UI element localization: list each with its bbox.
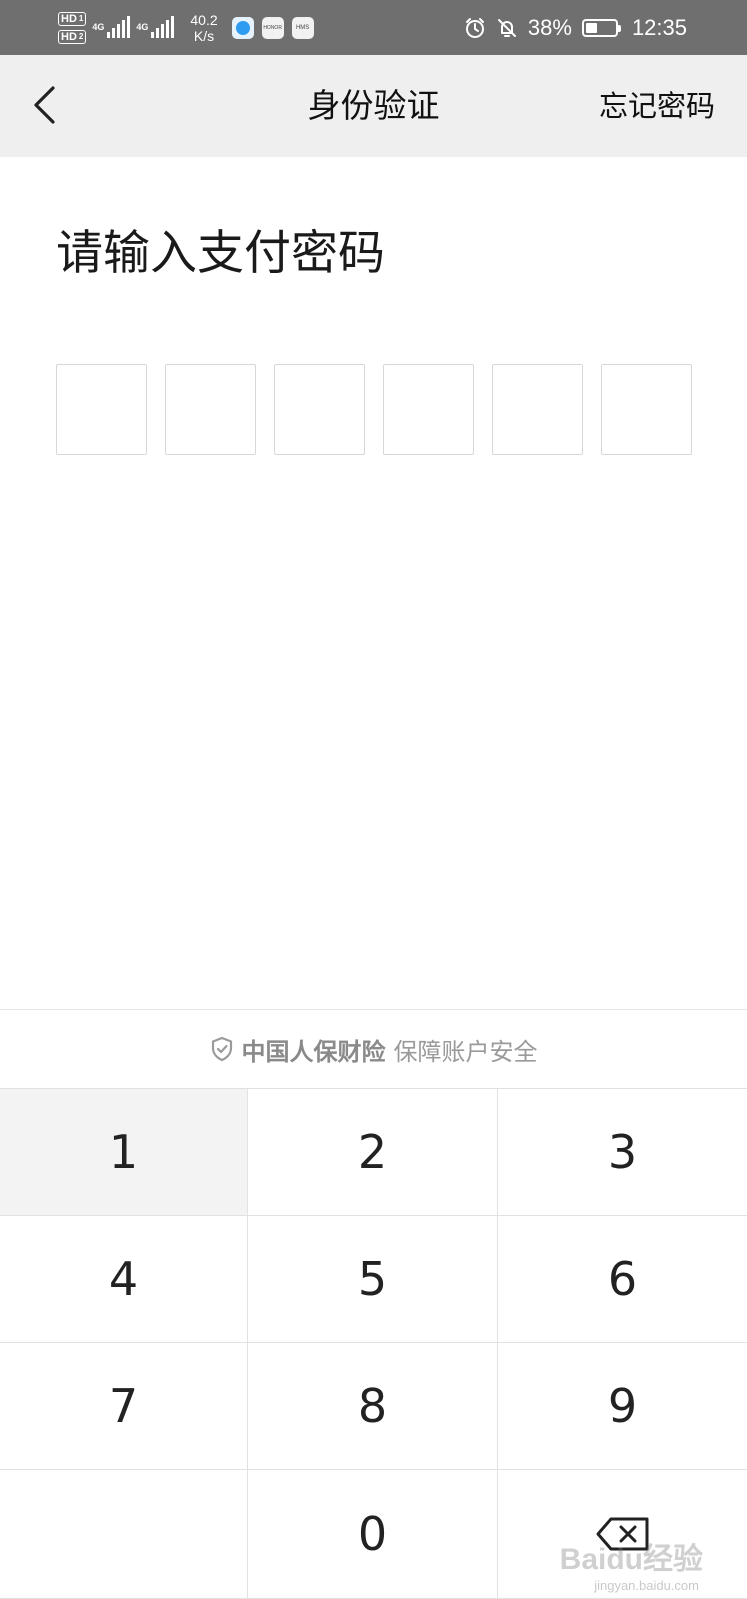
key-6[interactable]: 6 <box>498 1216 747 1343</box>
baidu-watermark: Baidu经验 <box>559 1543 703 1576</box>
pin-input[interactable] <box>56 364 692 455</box>
navigation-bar: 身份验证 忘记密码 <box>0 55 747 157</box>
bell-muted-icon <box>497 18 516 37</box>
pin-digit-box[interactable] <box>56 364 147 455</box>
pin-digit-box[interactable] <box>492 364 583 455</box>
hd-voice-indicator-1: HD 1 <box>58 12 87 26</box>
honor-app-icon: HONOR <box>261 17 284 39</box>
app-notification-icon <box>231 17 254 39</box>
key-0[interactable]: 0 <box>248 1470 498 1599</box>
network-speed: 40.2 K/s <box>190 12 218 44</box>
forgot-password-link[interactable]: 忘记密码 <box>599 55 715 157</box>
insurer-brand: 中国人保财险 <box>241 1037 386 1066</box>
back-button[interactable] <box>20 81 68 129</box>
pin-digit-box[interactable] <box>383 364 474 455</box>
status-left: HD 1 HD 2 4G 4G 40.2 K/s HONOR HMS <box>58 6 314 50</box>
battery-icon <box>581 18 621 37</box>
battery-percent: 38% <box>527 14 572 40</box>
shield-check-icon <box>211 1036 232 1062</box>
key-9[interactable]: 9 <box>498 1343 747 1470</box>
security-notice: 中国人保财险 保障账户安全 <box>0 1009 747 1089</box>
key-2[interactable]: 2 <box>248 1089 498 1216</box>
key-3[interactable]: 3 <box>498 1089 747 1216</box>
chevron-left-icon <box>34 86 55 124</box>
pin-digit-box[interactable] <box>601 364 692 455</box>
key-blank <box>0 1470 248 1599</box>
key-8[interactable]: 8 <box>248 1343 498 1470</box>
notification-icons: HONOR HMS <box>231 17 314 39</box>
numeric-keypad: 1 2 3 4 5 6 7 8 9 0 <box>0 1089 747 1599</box>
alarm-clock-icon <box>465 17 484 38</box>
hms-app-icon: HMS <box>291 17 314 39</box>
status-time: 12:35 <box>631 14 687 40</box>
baidu-watermark-url: jingyan.baidu.com <box>594 1578 699 1593</box>
hd-voice-indicator-2: HD 2 <box>58 30 87 44</box>
key-5[interactable]: 5 <box>248 1216 498 1343</box>
security-text: 保障账户安全 <box>393 1037 538 1066</box>
pin-digit-box[interactable] <box>274 364 365 455</box>
pin-digit-box[interactable] <box>165 364 256 455</box>
battery-fill <box>585 22 597 33</box>
status-bar: HD 1 HD 2 4G 4G 40.2 K/s HONOR HMS 38% 1… <box>0 0 747 55</box>
status-right: 38% 12:35 <box>464 0 687 55</box>
hd-indicators: HD 1 HD 2 <box>58 12 87 44</box>
key-7[interactable]: 7 <box>0 1343 248 1470</box>
signal-icon-2: 4G <box>136 16 175 38</box>
password-prompt: 请输入支付密码 <box>56 226 385 281</box>
key-4[interactable]: 4 <box>0 1216 248 1343</box>
signal-icon-1: 4G <box>92 16 131 38</box>
key-1[interactable]: 1 <box>0 1089 248 1216</box>
